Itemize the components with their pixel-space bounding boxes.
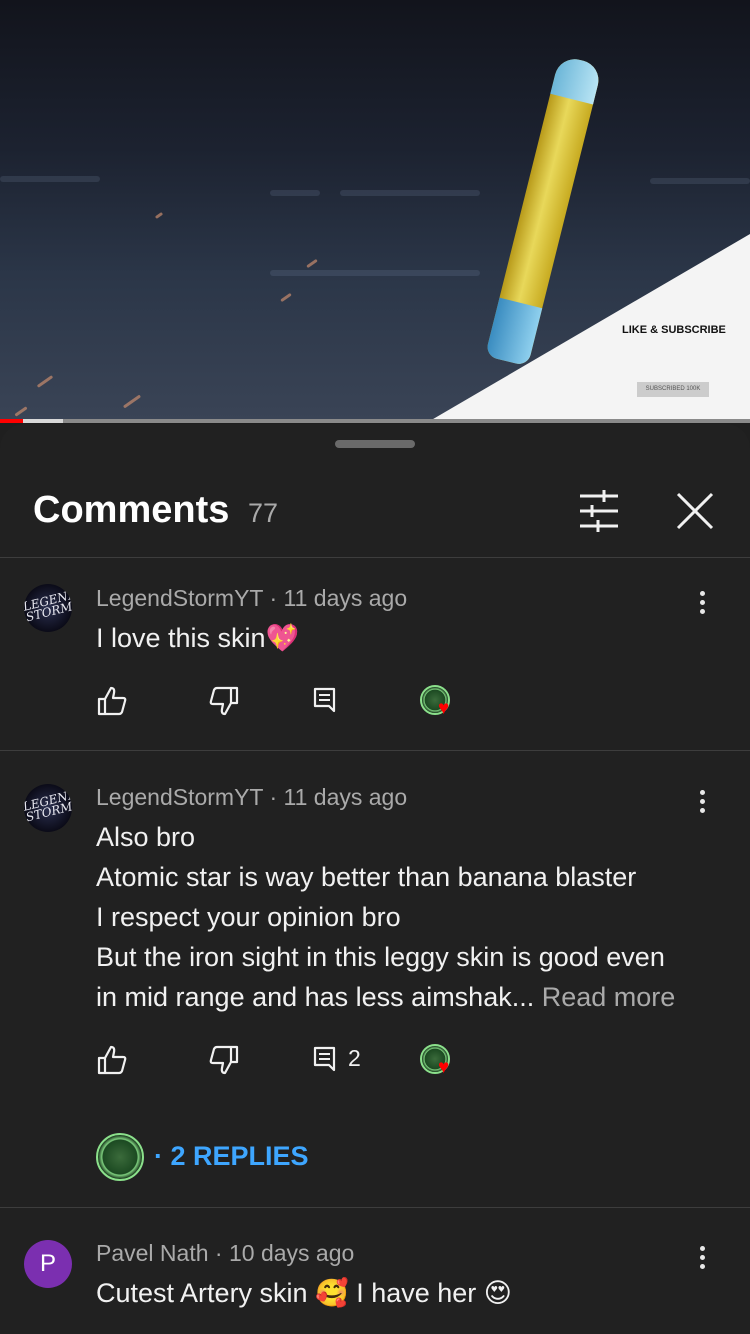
- spark: [306, 258, 318, 269]
- comments-header: Comments 77: [0, 474, 750, 558]
- comment-author[interactable]: LegendStormYT: [96, 585, 263, 611]
- reply-button[interactable]: [312, 1044, 344, 1076]
- comment-line: in mid range and has less aimshak... Rea…: [96, 977, 726, 1017]
- spark: [122, 394, 142, 409]
- comment-time: 11 days ago: [283, 784, 408, 810]
- thumbs-down-icon: [209, 686, 239, 716]
- like-subscribe-overlay-text: LIKE & SUBSCRIBE: [622, 324, 726, 336]
- comment-more-button[interactable]: [692, 588, 712, 618]
- comment-line-text: in mid range and has less aimshak...: [96, 982, 535, 1012]
- comment-line: Also bro: [96, 822, 196, 852]
- comment-item: P Pavel Nath · 10 days ago Cutest Artery…: [0, 1208, 750, 1334]
- video-progress-bar[interactable]: [0, 419, 750, 423]
- video-background: [340, 190, 480, 196]
- sort-filter-button[interactable]: [574, 488, 624, 534]
- comment-meta: LegendStormYT · 11 days ago: [96, 784, 407, 811]
- comments-count: 77: [248, 498, 279, 528]
- comment-meta: Pavel Nath · 10 days ago: [96, 1240, 354, 1267]
- replies-label: · 2 REPLIES: [154, 1141, 309, 1171]
- comment-text: Cutest Artery skin 🥰 I have her 😍: [96, 1273, 726, 1313]
- thumbs-down-icon: [209, 1045, 239, 1075]
- meta-separator: ·: [269, 784, 284, 810]
- heart-icon: ♥: [438, 698, 450, 719]
- thumbs-up-icon: [97, 1045, 127, 1075]
- more-vertical-icon: [692, 1246, 712, 1269]
- video-background: [650, 178, 750, 184]
- video-background: [0, 176, 100, 182]
- comment-author[interactable]: Pavel Nath: [96, 1240, 209, 1266]
- avatar[interactable]: LEGEND STORM: [24, 584, 72, 632]
- meta-separator: ·: [269, 585, 284, 611]
- dislike-button[interactable]: [208, 1044, 240, 1076]
- thumbs-up-icon: [97, 686, 127, 716]
- comment-line: Cutest Artery skin 🥰 I have her 😍: [96, 1278, 512, 1308]
- video-background: [270, 190, 320, 196]
- comment-item: LEGEND STORM LegendStormYT · 11 days ago…: [0, 751, 750, 1207]
- comment-icon: [313, 687, 336, 713]
- more-vertical-icon: [692, 790, 712, 813]
- reply-button[interactable]: [312, 685, 344, 717]
- comment-more-button[interactable]: [692, 787, 712, 817]
- reply-count: 2: [348, 1045, 361, 1071]
- spark: [14, 406, 28, 417]
- avatar[interactable]: P: [24, 1240, 72, 1288]
- comment-item: LEGEND STORM LegendStormYT · 11 days ago…: [0, 558, 750, 750]
- creator-heart-badge: ♥: [420, 1044, 456, 1080]
- replies-count-label: 2 REPLIES: [170, 1141, 309, 1171]
- progress-played: [0, 419, 23, 423]
- heart-icon: ♥: [438, 1057, 450, 1078]
- progress-buffered: [22, 419, 63, 423]
- comment-more-button[interactable]: [692, 1243, 712, 1273]
- video-player[interactable]: LIKE & SUBSCRIBE SUBSCRIBED 100K: [0, 0, 750, 422]
- like-button[interactable]: [96, 685, 128, 717]
- comment-actions: 2 ♥: [96, 1044, 496, 1080]
- avatar[interactable]: LEGEND STORM: [24, 784, 72, 832]
- avatar-text: LEGEND STORM: [24, 786, 72, 825]
- reply-avatar: [96, 1133, 144, 1181]
- spark: [280, 292, 292, 303]
- comment-text: Also bro Atomic star is way better than …: [96, 817, 726, 1017]
- spark: [154, 211, 164, 220]
- comment-author[interactable]: LegendStormYT: [96, 784, 263, 810]
- comment-time: 10 days ago: [228, 1240, 355, 1266]
- comment-icon: [313, 1046, 336, 1072]
- spark: [36, 375, 54, 388]
- comments-sheet: Comments 77 LEGEND STORM LegendStormYT ·…: [0, 424, 750, 1334]
- dislike-button[interactable]: [208, 685, 240, 717]
- avatar-text: LEGEND STORM: [24, 586, 72, 625]
- comments-title: Comments: [33, 489, 230, 531]
- like-button[interactable]: [96, 1044, 128, 1076]
- subscribed-overlay-label: SUBSCRIBED 100K: [637, 382, 709, 397]
- drag-handle[interactable]: [335, 440, 415, 448]
- meta-separator: ·: [214, 1240, 229, 1266]
- comment-line: I respect your opinion bro: [96, 902, 401, 932]
- close-button[interactable]: [670, 486, 720, 536]
- sliders-icon: [580, 490, 618, 532]
- comment-line: I love this skin💖: [96, 623, 300, 653]
- comment-time: 11 days ago: [283, 585, 408, 611]
- more-vertical-icon: [692, 591, 712, 614]
- creator-heart-badge: ♥: [420, 685, 456, 721]
- comment-line: Atomic star is way better than banana bl…: [96, 862, 637, 892]
- comment-actions: ♥: [96, 685, 496, 721]
- comment-line: But the iron sight in this leggy skin is…: [96, 942, 665, 972]
- read-more-link[interactable]: Read more: [542, 982, 676, 1012]
- comment-meta: LegendStormYT · 11 days ago: [96, 585, 407, 612]
- close-icon: [676, 492, 714, 530]
- comment-text: I love this skin💖: [96, 618, 726, 658]
